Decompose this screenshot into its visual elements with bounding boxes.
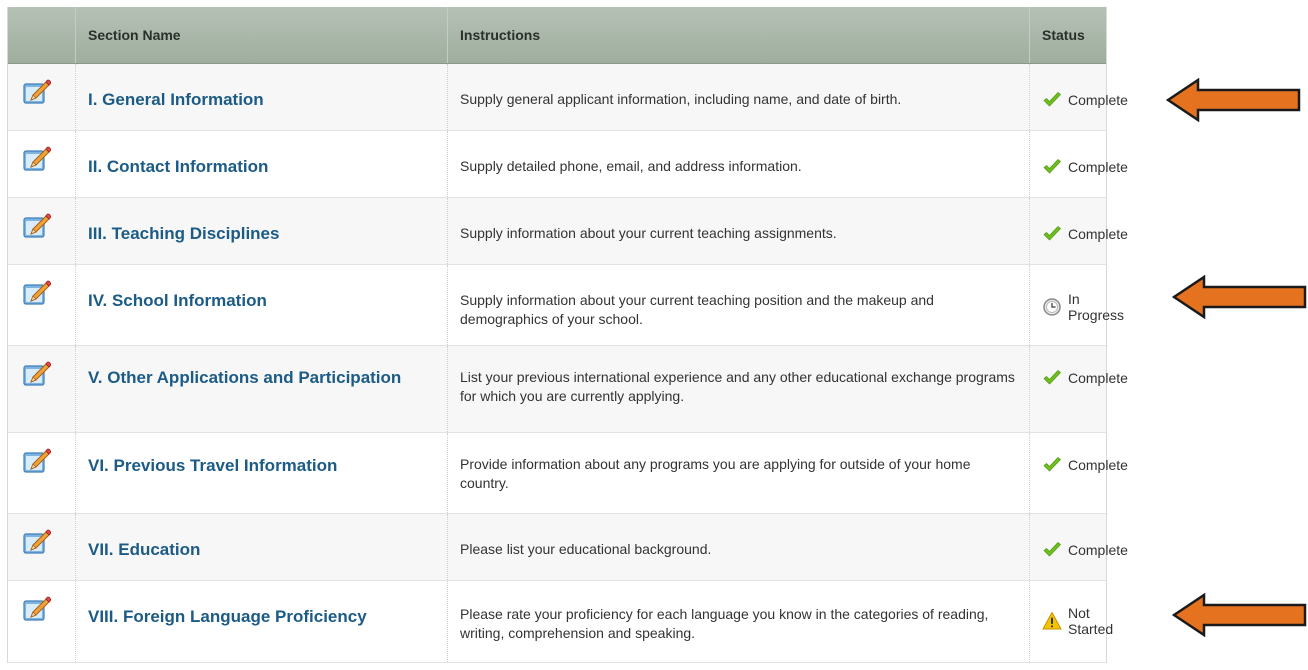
section-link-foreign-language[interactable]: VIII. Foreign Language Proficiency	[88, 607, 367, 626]
edit-cell	[8, 64, 76, 130]
edit-folder-icon[interactable]	[22, 360, 52, 388]
status-text: In Progress	[1068, 291, 1125, 323]
table-row: I. General Information Supply general ap…	[8, 64, 1128, 131]
edit-folder-icon[interactable]	[22, 78, 52, 106]
section-name-cell: I. General Information	[76, 64, 448, 130]
edit-cell	[8, 433, 76, 513]
section-link-general-information[interactable]: I. General Information	[88, 90, 264, 109]
edit-cell	[8, 346, 76, 432]
checkmark-icon	[1042, 455, 1062, 475]
instructions-text: Please list your educational background.	[460, 541, 712, 557]
instructions-text: Supply information about your current te…	[460, 292, 934, 327]
table-row: V. Other Applications and Participation …	[8, 346, 1128, 433]
status-badge: In Progress	[1042, 287, 1124, 323]
section-name-cell: VIII. Foreign Language Proficiency	[76, 581, 448, 662]
edit-cell	[8, 514, 76, 580]
status-text: Complete	[1068, 542, 1128, 558]
status-cell: Complete	[1030, 346, 1128, 432]
section-link-previous-travel[interactable]: VI. Previous Travel Information	[88, 456, 337, 475]
status-cell: Complete	[1030, 198, 1128, 264]
checkmark-icon	[1042, 540, 1062, 560]
table-row: VIII. Foreign Language Proficiency Pleas…	[8, 581, 1113, 663]
instructions-cell: Supply detailed phone, email, and addres…	[448, 131, 1030, 197]
status-badge: Complete	[1042, 455, 1128, 475]
edit-folder-icon[interactable]	[22, 145, 52, 173]
application-sections-page: Section Name Instructions Status I. Gene…	[0, 0, 1308, 670]
table-row: VII. Education Please list your educatio…	[8, 514, 1128, 581]
section-link-school-information[interactable]: IV. School Information	[88, 291, 267, 310]
checkmark-icon	[1042, 90, 1062, 110]
edit-folder-icon[interactable]	[22, 212, 52, 240]
checkmark-icon	[1042, 224, 1062, 244]
section-link-education[interactable]: VII. Education	[88, 540, 200, 559]
header-section-name: Section Name	[76, 7, 448, 63]
edit-cell	[8, 198, 76, 264]
header-instructions: Instructions	[448, 7, 1030, 63]
section-name-cell: V. Other Applications and Participation	[76, 346, 448, 432]
edit-folder-icon[interactable]	[22, 528, 52, 556]
status-cell: Complete	[1030, 131, 1128, 197]
instructions-text: Supply general applicant information, in…	[460, 91, 902, 107]
annotation-arrow-icon	[1172, 275, 1308, 319]
status-badge: Complete	[1042, 220, 1128, 244]
instructions-cell: Provide information about any programs y…	[448, 433, 1030, 513]
header-status: Status	[1042, 27, 1085, 43]
clock-icon	[1043, 298, 1061, 316]
annotation-arrow-icon	[1172, 593, 1308, 637]
section-name-cell: VII. Education	[76, 514, 448, 580]
edit-cell	[8, 581, 76, 662]
section-name-cell: II. Contact Information	[76, 131, 448, 197]
status-cell: Not Started	[1030, 581, 1113, 662]
status-badge: Complete	[1042, 86, 1128, 110]
status-badge: Complete	[1042, 153, 1128, 177]
edit-cell	[8, 265, 76, 345]
status-text: Complete	[1068, 226, 1128, 242]
section-link-contact-information[interactable]: II. Contact Information	[88, 157, 268, 176]
section-link-teaching-disciplines[interactable]: III. Teaching Disciplines	[88, 224, 279, 243]
sections-table: Section Name Instructions Status I. Gene…	[7, 7, 1128, 663]
instructions-cell: Supply information about your current te…	[448, 198, 1030, 264]
status-badge: Complete	[1042, 368, 1128, 388]
status-cell: Complete	[1030, 514, 1128, 580]
table-row: IV. School Information Supply informatio…	[8, 265, 1124, 346]
section-name-cell: III. Teaching Disciplines	[76, 198, 448, 264]
instructions-text: List your previous international experie…	[460, 369, 1015, 404]
status-cell: Complete	[1030, 433, 1128, 513]
status-cell: Complete	[1030, 64, 1128, 130]
edit-folder-icon[interactable]	[22, 447, 52, 475]
instructions-cell: Supply information about your current te…	[448, 265, 1030, 345]
section-name-cell: VI. Previous Travel Information	[76, 433, 448, 513]
status-text: Complete	[1068, 370, 1128, 386]
table-row: III. Teaching Disciplines Supply informa…	[8, 198, 1128, 265]
status-badge: Not Started	[1042, 603, 1113, 637]
edit-folder-icon[interactable]	[22, 595, 52, 623]
annotation-arrow-icon	[1166, 78, 1302, 122]
table-header: Section Name Instructions Status	[8, 7, 1106, 64]
instructions-cell: Please list your educational background.	[448, 514, 1030, 580]
status-text: Complete	[1068, 92, 1128, 108]
status-text: Complete	[1068, 457, 1128, 473]
status-text: Not Started	[1068, 605, 1114, 637]
instructions-cell: Please rate your proficiency for each la…	[448, 581, 1030, 662]
instructions-text: Provide information about any programs y…	[460, 456, 971, 491]
instructions-text: Supply detailed phone, email, and addres…	[460, 158, 802, 174]
edit-folder-icon[interactable]	[22, 279, 52, 307]
section-link-other-applications[interactable]: V. Other Applications and Participation	[88, 368, 401, 387]
table-row: VI. Previous Travel Information Provide …	[8, 433, 1128, 514]
checkmark-icon	[1042, 368, 1062, 388]
status-text: Complete	[1068, 159, 1128, 175]
table-row: II. Contact Information Supply detailed …	[8, 131, 1128, 198]
instructions-cell: Supply general applicant information, in…	[448, 64, 1030, 130]
instructions-cell: List your previous international experie…	[448, 346, 1030, 432]
status-cell: In Progress	[1030, 265, 1124, 345]
edit-cell	[8, 131, 76, 197]
section-name-cell: IV. School Information	[76, 265, 448, 345]
header-icon-column	[8, 7, 76, 63]
instructions-text: Supply information about your current te…	[460, 225, 837, 241]
checkmark-icon	[1042, 157, 1062, 177]
status-badge: Complete	[1042, 536, 1128, 560]
instructions-text: Please rate your proficiency for each la…	[460, 606, 989, 641]
warning-icon	[1042, 612, 1062, 630]
